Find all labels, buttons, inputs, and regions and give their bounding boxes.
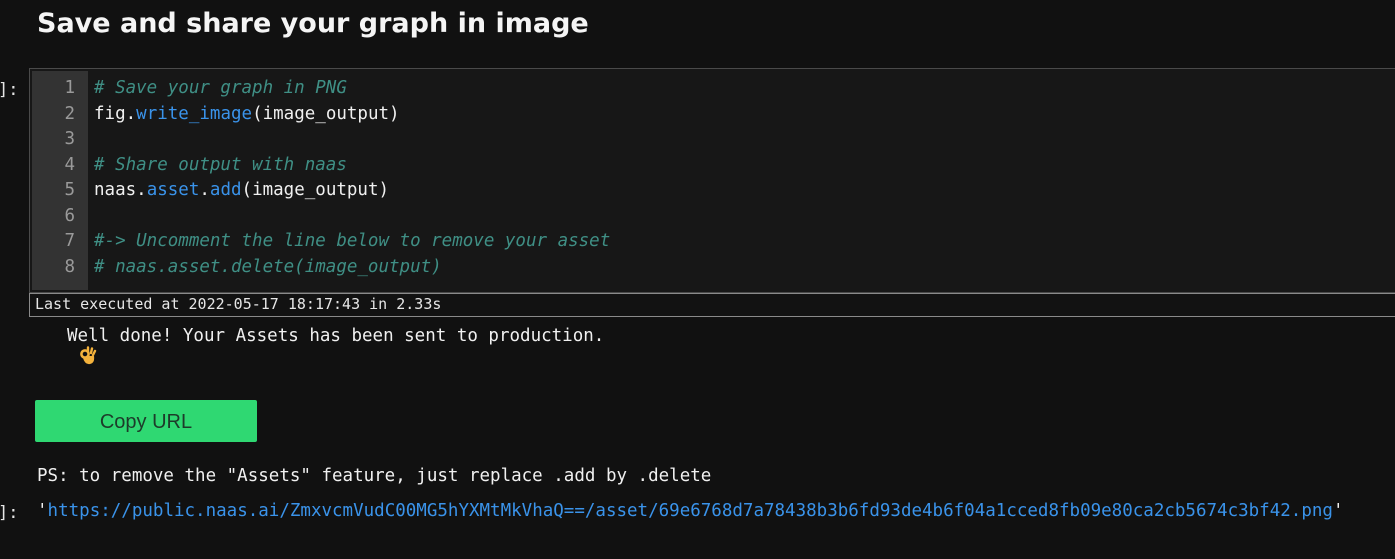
code-token: naas.	[94, 180, 147, 200]
code-cell[interactable]: 1 # Save your graph in PNG 2 fig.write_imag…	[29, 68, 1395, 293]
url-quote-open: '	[37, 501, 48, 521]
output-message-text: Well done! Your Assets has been sent to …	[67, 326, 605, 346]
code-function: asset	[146, 180, 200, 200]
line-number: 5	[64, 180, 75, 200]
line-number: 6	[64, 205, 75, 226]
copy-url-button[interactable]: Copy URL	[35, 400, 257, 442]
code-function: write_image	[136, 103, 253, 124]
code-token: (image_output)	[241, 180, 390, 200]
code-text[interactable]: # Save your graph in PNG	[94, 76, 347, 102]
code-line[interactable]: 8 # naas.asset.delete(image_output)	[30, 255, 1390, 281]
code-line[interactable]: 4 # Share output with naas	[30, 153, 1390, 179]
code-text[interactable]: fig.write_image(image_output)	[94, 102, 400, 128]
line-number: 3	[64, 129, 75, 149]
code-text[interactable]: # Share output with naas	[94, 153, 347, 179]
output-prompt: ]:	[0, 503, 19, 523]
code-line[interactable]: 7 #-> Uncomment the line below to remove …	[30, 229, 1390, 255]
url-output: 'https://public.naas.ai/ZmxvcmVudC00MG5h…	[37, 501, 1343, 521]
line-number: 7	[64, 231, 75, 251]
code-text[interactable]: naas.asset.add(image_output)	[94, 178, 389, 204]
asset-url-link[interactable]: https://public.naas.ai/ZmxvcmVudC00MG5hY…	[48, 501, 1333, 521]
code-comment: #-> Uncomment the line below to remove y…	[94, 231, 611, 251]
code-function: add	[209, 180, 242, 200]
code-line[interactable]: 5 naas.asset.add(image_output)	[30, 178, 1390, 204]
code-text[interactable]: # naas.asset.delete(image_output)	[94, 255, 442, 281]
code-comment: # naas.asset.delete(image_output)	[94, 256, 442, 277]
cell-prompt: ]:	[0, 80, 19, 100]
url-quote-close: '	[1332, 501, 1344, 521]
code-comment: # Save your graph in PNG	[94, 78, 347, 98]
code-token: (image_output)	[252, 103, 400, 124]
code-token: fig.	[94, 103, 137, 124]
line-number: 8	[64, 256, 75, 277]
code-line[interactable]: 3	[30, 127, 1390, 153]
code-line[interactable]: 2 fig.write_image(image_output)	[30, 102, 1390, 128]
line-number: 1	[64, 78, 75, 98]
line-number: 4	[64, 154, 75, 175]
output-message: Well done! Your Assets has been sent to …	[37, 326, 605, 365]
code-text[interactable]: #-> Uncomment the line below to remove y…	[94, 229, 610, 255]
code-line[interactable]: 1 # Save your graph in PNG	[30, 76, 1390, 102]
code-comment: # Share output with naas	[94, 154, 347, 175]
ok-hand-icon	[37, 326, 97, 365]
last-executed-status: Last executed at 2022-05-17 18:17:43 in …	[29, 293, 1395, 317]
ps-note: PS: to remove the "Assets" feature, just…	[37, 466, 712, 486]
line-number: 2	[64, 103, 75, 124]
code-line[interactable]: 6	[30, 204, 1390, 230]
section-heading: Save and share your graph in image	[37, 8, 589, 39]
code-token: .	[199, 180, 210, 200]
